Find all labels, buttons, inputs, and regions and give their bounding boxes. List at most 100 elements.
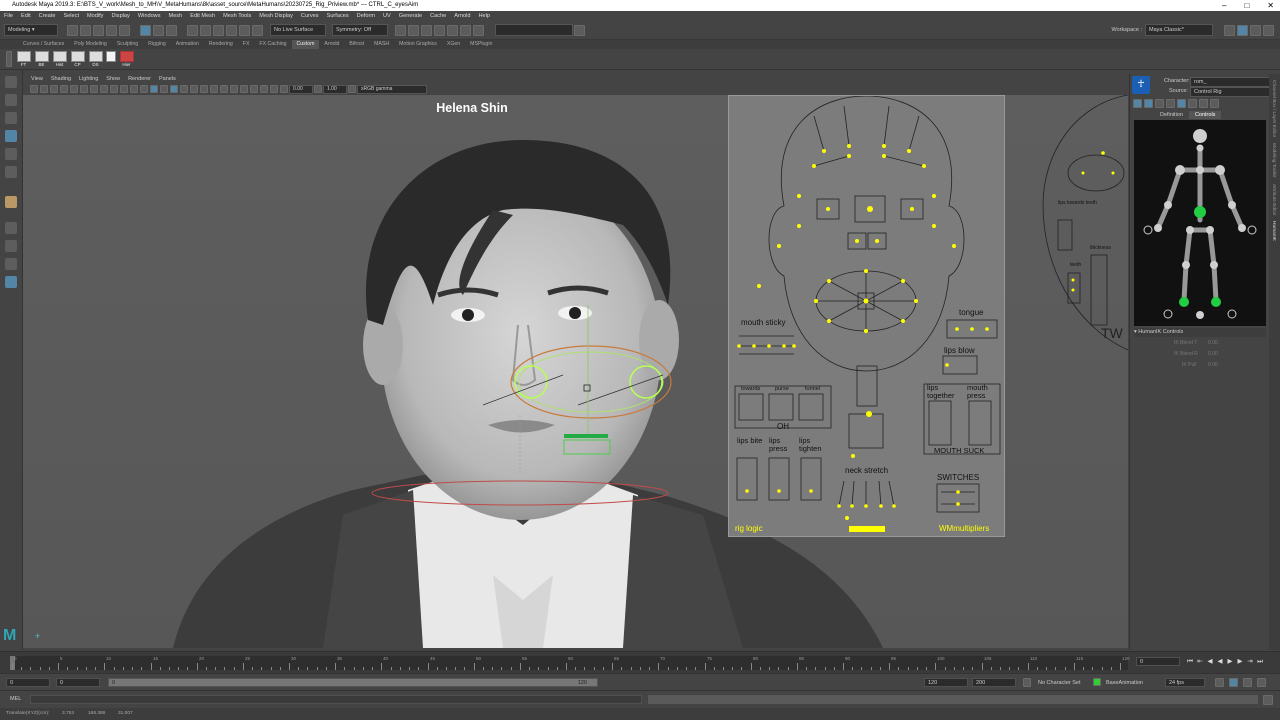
shelf-tab-rigging[interactable]: Rigging	[143, 40, 171, 49]
render-settings-icon[interactable]	[421, 24, 432, 36]
xray-joints-icon[interactable]	[260, 85, 268, 93]
isolate-select-icon[interactable]	[240, 85, 248, 93]
symmetry-dropdown[interactable]: Symmetry: Off	[332, 24, 388, 36]
shelf-tab-bifrost[interactable]: Bifrost	[344, 40, 369, 49]
snap-curve-icon[interactable]	[200, 24, 211, 36]
play-backward-icon[interactable]: ◀	[1217, 658, 1224, 665]
viewport-menu-shading[interactable]: Shading	[51, 76, 71, 82]
select-by-component-icon[interactable]	[166, 24, 177, 36]
undo-icon[interactable]	[106, 24, 117, 36]
paint-select-tool-icon[interactable]	[5, 112, 17, 124]
save-scene-icon[interactable]	[93, 24, 104, 36]
exposure-field[interactable]: 0.00	[289, 84, 313, 94]
close-icon[interactable]: ✕	[1267, 0, 1274, 11]
menu-deform[interactable]: Deform	[357, 13, 375, 19]
shelf-tab-fx-caching[interactable]: FX Caching	[254, 40, 291, 49]
shelf-button-hier[interactable]: Hier	[119, 51, 134, 67]
shelf-tab-rendering[interactable]: Rendering	[204, 40, 238, 49]
maximize-icon[interactable]: □	[1244, 0, 1249, 11]
menu-windows[interactable]: Windows	[138, 13, 161, 19]
range-slider-bar[interactable]: 0 120	[108, 678, 598, 687]
shelf-tab-fx[interactable]: FX	[238, 40, 255, 49]
ipr-render-icon[interactable]	[408, 24, 419, 36]
go-to-start-icon[interactable]: ⏮	[1187, 658, 1194, 665]
textured-icon[interactable]	[170, 85, 178, 93]
menu-edit-mesh[interactable]: Edit Mesh	[190, 13, 215, 19]
shelf-tab-poly-modeling[interactable]: Poly Modeling	[69, 40, 112, 49]
hik-tab-definition[interactable]: Definition	[1154, 111, 1189, 119]
wireframe-icon[interactable]	[140, 85, 148, 93]
snap-point-icon[interactable]	[213, 24, 224, 36]
playblast-icon[interactable]	[460, 24, 471, 36]
sound-icon[interactable]	[1243, 678, 1252, 687]
move-tool-icon[interactable]	[5, 130, 17, 142]
viewport-menu-view[interactable]: View	[31, 76, 43, 82]
menu-create[interactable]: Create	[39, 13, 56, 19]
menu-file[interactable]: File	[4, 13, 13, 19]
camera-attributes-icon[interactable]	[40, 85, 48, 93]
four-view-layout-icon[interactable]	[5, 240, 17, 252]
resolution-gate-icon[interactable]	[90, 85, 98, 93]
menu-generate[interactable]: Generate	[399, 13, 422, 19]
new-scene-icon[interactable]	[67, 24, 78, 36]
hik-stance-icon[interactable]	[1210, 99, 1219, 108]
film-gate-icon[interactable]	[80, 85, 88, 93]
step-forward-key-icon[interactable]: ⇥	[1247, 658, 1254, 665]
wireframe-on-shaded-icon[interactable]	[160, 85, 168, 93]
menu-curves[interactable]: Curves	[301, 13, 319, 19]
input-box-field[interactable]	[495, 24, 573, 36]
menu-set-dropdown[interactable]: Modeling ▾	[4, 24, 58, 36]
select-tool-icon[interactable]	[5, 76, 17, 88]
hypershade-icon[interactable]	[434, 24, 445, 36]
live-surface-field[interactable]: No Live Surface	[270, 24, 326, 36]
step-back-key-icon[interactable]: ⇤	[1197, 658, 1204, 665]
shelf-tab-msplugin[interactable]: MSPlugin	[465, 40, 497, 49]
rig-gui-board[interactable]: mouth sticky tongue lips blow towards pu…	[728, 95, 1005, 537]
shelf-tab-motion-graphics[interactable]: Motion Graphics	[394, 40, 442, 49]
viewport-3d[interactable]: ✛ Helena Shin mouth sticky tongue lips b…	[23, 95, 1128, 648]
playback-start-field[interactable]: 0	[56, 678, 100, 687]
viewport-menu-lighting[interactable]: Lighting	[79, 76, 98, 82]
shelf-tab-xgen[interactable]: XGen	[442, 40, 465, 49]
viewport-menu-show[interactable]: Show	[106, 76, 120, 82]
ik-pull-value[interactable]: 0.00	[1208, 362, 1218, 368]
soft-select-icon[interactable]	[5, 196, 17, 208]
character-dropdown[interactable]: rom_	[1190, 77, 1272, 87]
shelf-tab-custom[interactable]: Custom	[291, 40, 320, 49]
hik-body-part-icon[interactable]	[1144, 99, 1153, 108]
menu-help[interactable]: Help	[478, 13, 490, 19]
safe-action-icon[interactable]	[120, 85, 128, 93]
rotate-tool-icon[interactable]	[5, 148, 17, 160]
time-slider-track[interactable]: 0 5 10 15 20 25 30 35 40 45 50 55 60 65 70 75 80 85 90 95 10…	[10, 656, 1130, 670]
menu-display[interactable]: Display	[111, 13, 129, 19]
source-dropdown[interactable]: Control Rig	[1190, 87, 1272, 97]
shelf-button-be[interactable]: BE	[34, 51, 49, 67]
open-scene-icon[interactable]	[80, 24, 91, 36]
fps-dropdown[interactable]: 24 fps	[1165, 678, 1205, 687]
playback-end-field[interactable]: 120	[924, 678, 968, 687]
gamma-icon[interactable]	[314, 85, 322, 93]
grid-icon[interactable]	[70, 85, 78, 93]
side-tab-modeling-toolkit[interactable]: Modeling Toolkit	[1271, 143, 1276, 177]
viewport-menu-renderer[interactable]: Renderer	[128, 76, 151, 82]
menu-uv[interactable]: UV	[383, 13, 391, 19]
menu-mesh-tools[interactable]: Mesh Tools	[223, 13, 251, 19]
select-by-hierarchy-icon[interactable]	[140, 24, 151, 36]
current-frame-field[interactable]: 0	[1136, 657, 1180, 666]
hik-pinning-icon[interactable]	[1166, 99, 1175, 108]
field-chart-icon[interactable]	[110, 85, 118, 93]
shelf-options-icon[interactable]	[6, 51, 12, 67]
menu-select[interactable]: Select	[63, 13, 79, 19]
hik-translate-pin-icon[interactable]	[1177, 99, 1186, 108]
redo-icon[interactable]	[119, 24, 130, 36]
motion-blur-icon[interactable]	[210, 85, 218, 93]
shelf-button-cp[interactable]: CP	[70, 51, 85, 67]
loop-icon[interactable]	[1215, 678, 1224, 687]
cmd-language-label[interactable]: MEL	[10, 696, 21, 702]
script-editor-icon[interactable]	[1263, 695, 1273, 705]
character-set-field[interactable]: No Character Set	[1034, 678, 1086, 687]
shelf-button-ds[interactable]: DS	[88, 51, 103, 67]
menu-cache[interactable]: Cache	[430, 13, 446, 19]
shadows-icon[interactable]	[190, 85, 198, 93]
hik-full-body-icon[interactable]	[1133, 99, 1142, 108]
